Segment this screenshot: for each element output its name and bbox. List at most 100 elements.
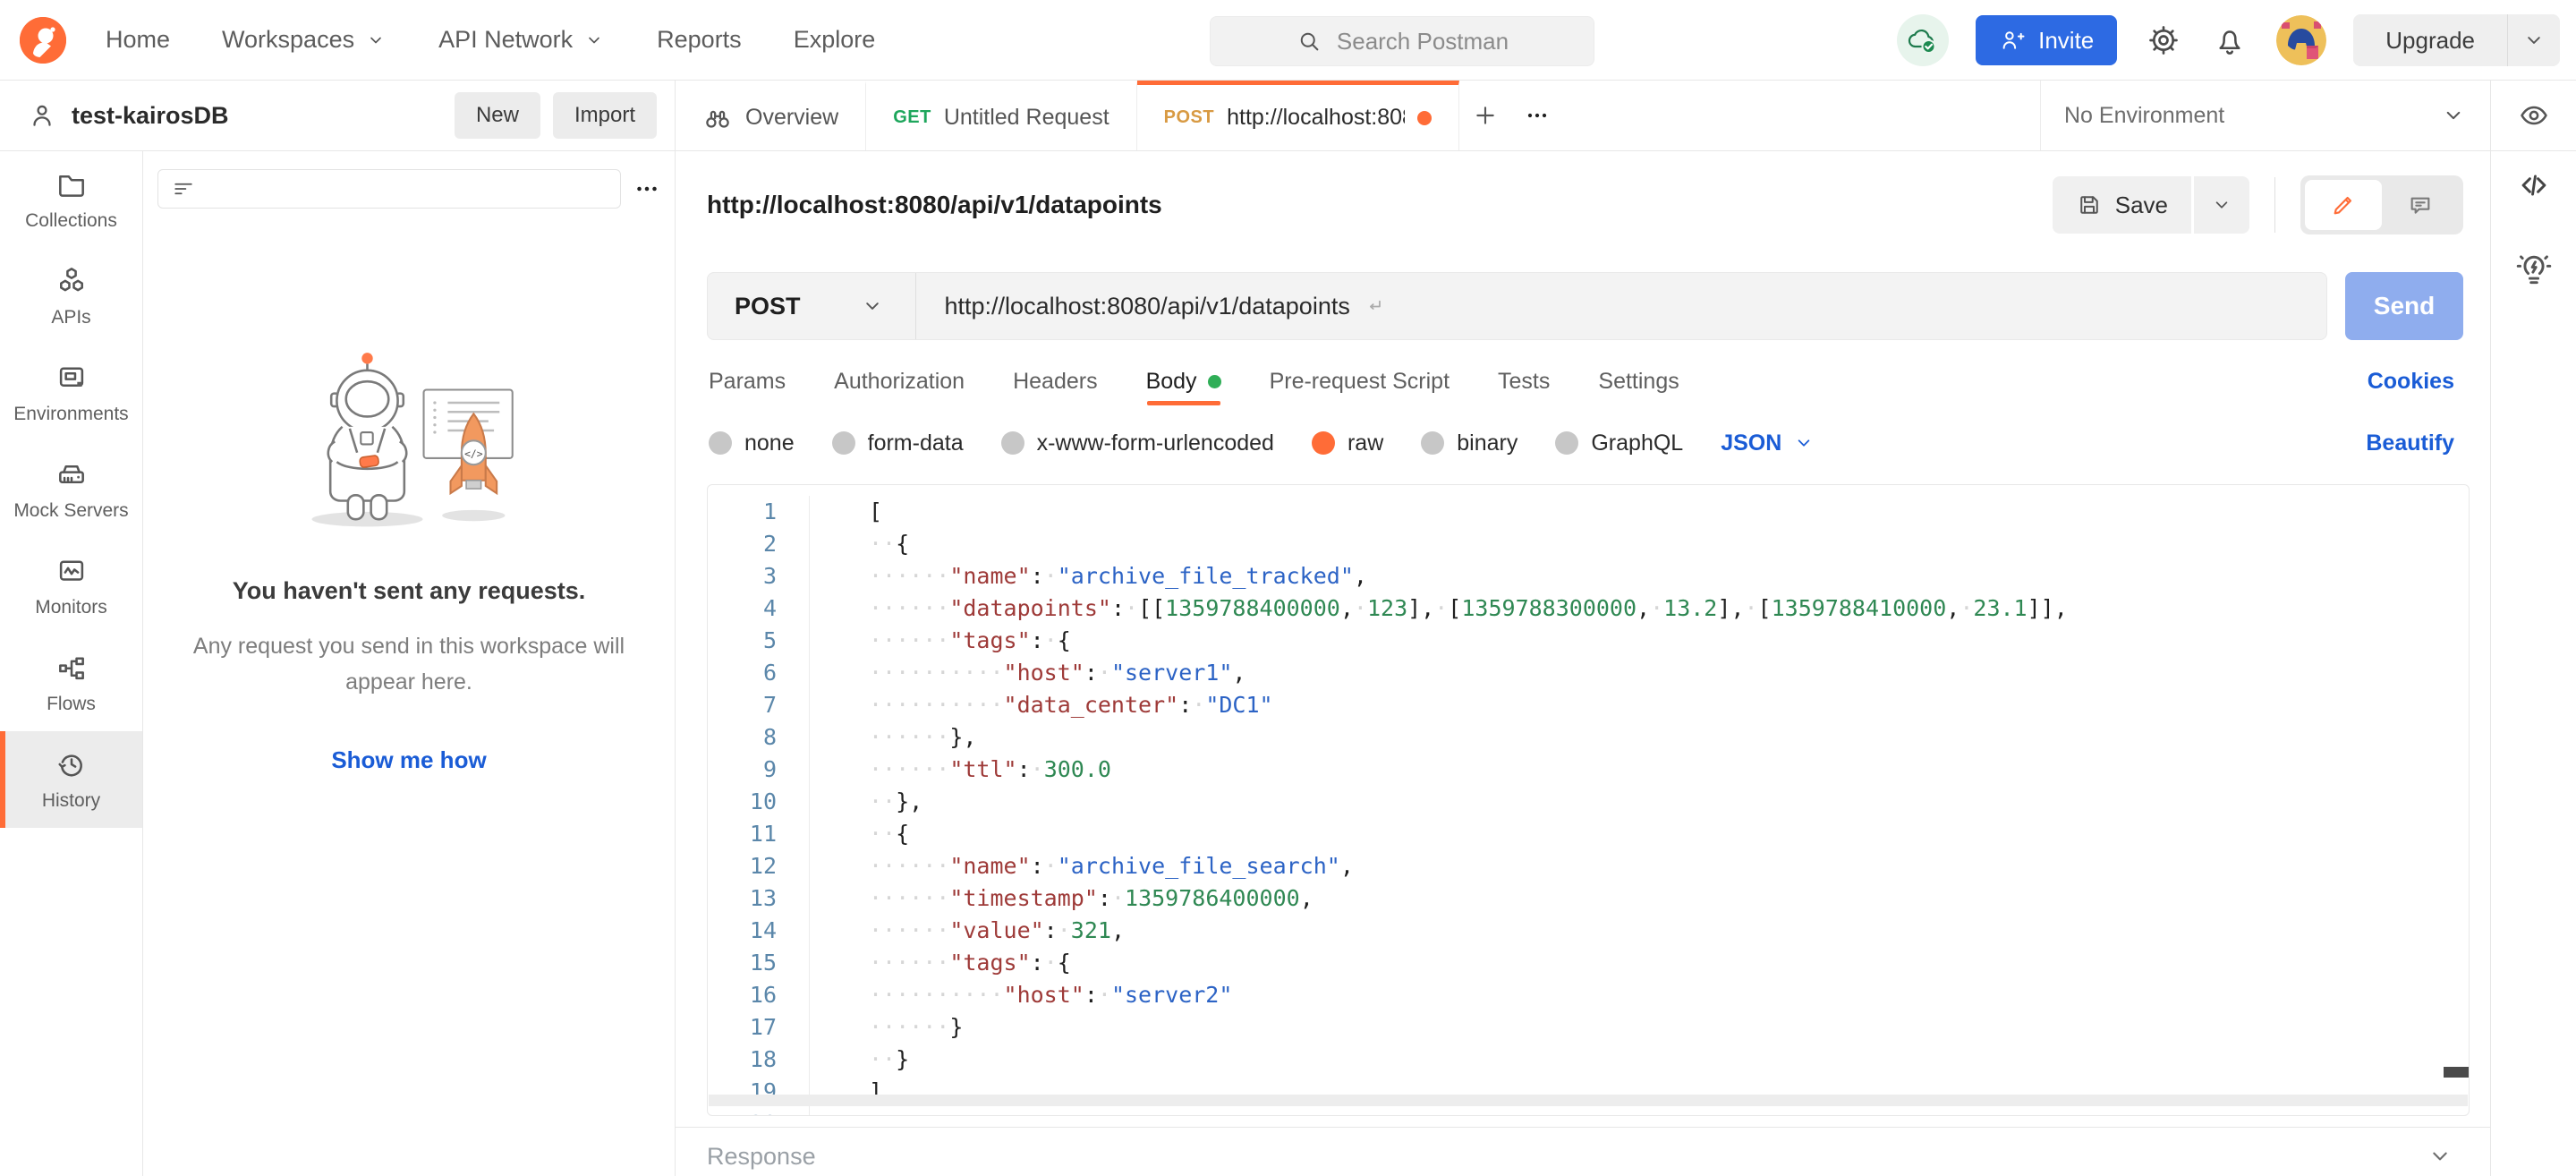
upgrade-button[interactable]: Upgrade — [2353, 14, 2507, 66]
import-button[interactable]: Import — [553, 92, 657, 139]
url-value: http://localhost:8080/api/v1/datapoints — [945, 293, 1350, 320]
line-number: 6 — [708, 657, 810, 689]
code-text: ······"tags":·{ — [810, 625, 1071, 657]
tab-get-request[interactable]: GETUntitled Request — [866, 81, 1136, 150]
editor-scrollbar-thumb[interactable] — [2444, 1067, 2470, 1078]
search-input[interactable]: Search Postman — [1210, 16, 1594, 66]
body-mode-label: none — [744, 430, 795, 456]
notifications-button[interactable] — [2210, 21, 2249, 60]
pencil-icon — [2329, 191, 2358, 219]
body-mode-label: raw — [1348, 430, 1383, 456]
sidebar-item-monitors[interactable]: Monitors — [0, 538, 142, 635]
cookies-link[interactable]: Cookies — [2368, 369, 2454, 395]
body-mode-none[interactable]: none — [709, 430, 795, 456]
apis-icon — [55, 264, 89, 298]
environment-quick-look-button[interactable] — [2490, 81, 2576, 150]
request-tab-label: Body — [1146, 369, 1197, 395]
request-tab-label: Authorization — [834, 369, 965, 395]
comment-icon — [2406, 191, 2435, 219]
beautify-link[interactable]: Beautify — [2366, 430, 2454, 456]
return-icon — [1363, 294, 1386, 318]
code-snippet-button[interactable] — [2514, 166, 2554, 205]
tab-post-request[interactable]: POSThttp://localhost:8080/ — [1137, 81, 1459, 150]
eye-icon — [2517, 98, 2551, 132]
settings-button[interactable] — [2144, 21, 2183, 60]
code-line: 2··{ — [708, 528, 2469, 560]
folder-icon — [55, 167, 89, 201]
body-mode-x-www-form-urlencoded[interactable]: x-www-form-urlencoded — [1001, 430, 1274, 456]
nav-item-home[interactable]: Home — [106, 26, 170, 54]
request-tab-body[interactable]: Body — [1146, 354, 1221, 409]
edit-mode-button[interactable] — [2305, 180, 2382, 230]
chevron-down-icon — [583, 30, 605, 51]
request-tab-tests[interactable]: Tests — [1498, 354, 1550, 409]
request-tab-params[interactable]: Params — [709, 354, 786, 409]
postbot-bulb-button[interactable] — [2514, 250, 2554, 289]
sidebar-item-history[interactable]: History — [0, 731, 142, 828]
workspace-name[interactable]: test-kairosDB — [72, 102, 229, 130]
line-number: 16 — [708, 979, 810, 1011]
sidebar-item-mock-servers[interactable]: Mock Servers — [0, 441, 142, 538]
sidebar-item-collections[interactable]: Collections — [0, 151, 142, 248]
upgrade-menu-button[interactable] — [2508, 14, 2560, 66]
save-button[interactable]: Save — [2053, 176, 2191, 234]
request-tab-pre-request-script[interactable]: Pre-request Script — [1270, 354, 1450, 409]
environment-selector[interactable]: No Environment — [2040, 81, 2490, 150]
body-mode-graphql[interactable]: GraphQL — [1555, 430, 1683, 456]
sidebar-item-apis[interactable]: APIs — [0, 248, 142, 345]
nav-item-reports[interactable]: Reports — [657, 26, 742, 54]
radio-icon — [832, 431, 855, 455]
save-menu-button[interactable] — [2194, 176, 2249, 234]
body-editor[interactable]: 1[2··{3······"name":·"archive_file_track… — [707, 484, 2470, 1116]
response-section-header[interactable]: Response — [676, 1127, 2490, 1171]
request-tab-label: Headers — [1013, 369, 1098, 395]
env-icon — [55, 361, 89, 395]
new-tab-button[interactable] — [1459, 81, 1511, 150]
language-selector[interactable]: JSON — [1721, 430, 1815, 456]
sidebar-item-label: Mock Servers — [13, 500, 128, 522]
code-text — [810, 1108, 869, 1116]
sidebar-item-environments[interactable]: Environments — [0, 345, 142, 441]
request-tab-settings[interactable]: Settings — [1598, 354, 1679, 409]
search-placeholder: Search Postman — [1337, 28, 1509, 55]
ellipsis-icon — [1523, 101, 1552, 130]
code-text: ······"ttl":·300.0 — [810, 754, 1111, 786]
body-mode-raw[interactable]: raw — [1312, 430, 1383, 456]
code-text: ······"name":·"archive_file_search", — [810, 850, 1354, 882]
nav-item-label: Explore — [794, 26, 876, 54]
comments-button[interactable] — [2382, 180, 2459, 230]
nav-item-workspaces[interactable]: Workspaces — [222, 26, 387, 54]
request-tab-label: Pre-request Script — [1270, 369, 1450, 395]
body-mode-binary[interactable]: binary — [1421, 430, 1518, 456]
avatar[interactable] — [2276, 15, 2326, 65]
chevron-down-icon — [860, 294, 885, 319]
body-mode-form-data[interactable]: form-data — [832, 430, 964, 456]
nav-item-api-network[interactable]: API Network — [438, 26, 605, 54]
history-filter-input[interactable] — [157, 169, 621, 209]
sync-status-button[interactable] — [1897, 14, 1949, 66]
sidebar-item-flows[interactable]: Flows — [0, 635, 142, 731]
nav-item-explore[interactable]: Explore — [794, 26, 876, 54]
request-tab-headers[interactable]: Headers — [1013, 354, 1098, 409]
request-tab-authorization[interactable]: Authorization — [834, 354, 965, 409]
tab-options-button[interactable] — [1511, 81, 1563, 150]
postman-logo-icon[interactable] — [20, 17, 66, 64]
show-me-how-link[interactable]: Show me how — [186, 746, 632, 774]
nav-item-label: Home — [106, 26, 170, 54]
history-options-button[interactable] — [632, 174, 662, 204]
body-mode-list: none form-data x-www-form-urlencoded raw bin… — [709, 430, 1683, 456]
new-button[interactable]: New — [455, 92, 540, 139]
line-number: 20 — [708, 1108, 810, 1116]
editor-hscrollbar-track[interactable] — [709, 1095, 2468, 1106]
body-mode-label: form-data — [868, 430, 964, 456]
radio-icon — [1555, 431, 1578, 455]
send-button[interactable]: Send — [2345, 272, 2463, 340]
url-row: POST http://localhost:8080/api/v1/datapo… — [676, 259, 2490, 354]
nav-right: Invite Upgrade — [1897, 0, 2560, 81]
method-selector[interactable]: POST — [708, 293, 915, 320]
line-number: 10 — [708, 786, 810, 818]
tab-label: Overview — [745, 105, 838, 131]
url-input[interactable]: http://localhost:8080/api/v1/datapoints — [916, 293, 1386, 320]
tab-overview[interactable]: Overview — [676, 81, 866, 150]
invite-button[interactable]: Invite — [1976, 15, 2117, 65]
